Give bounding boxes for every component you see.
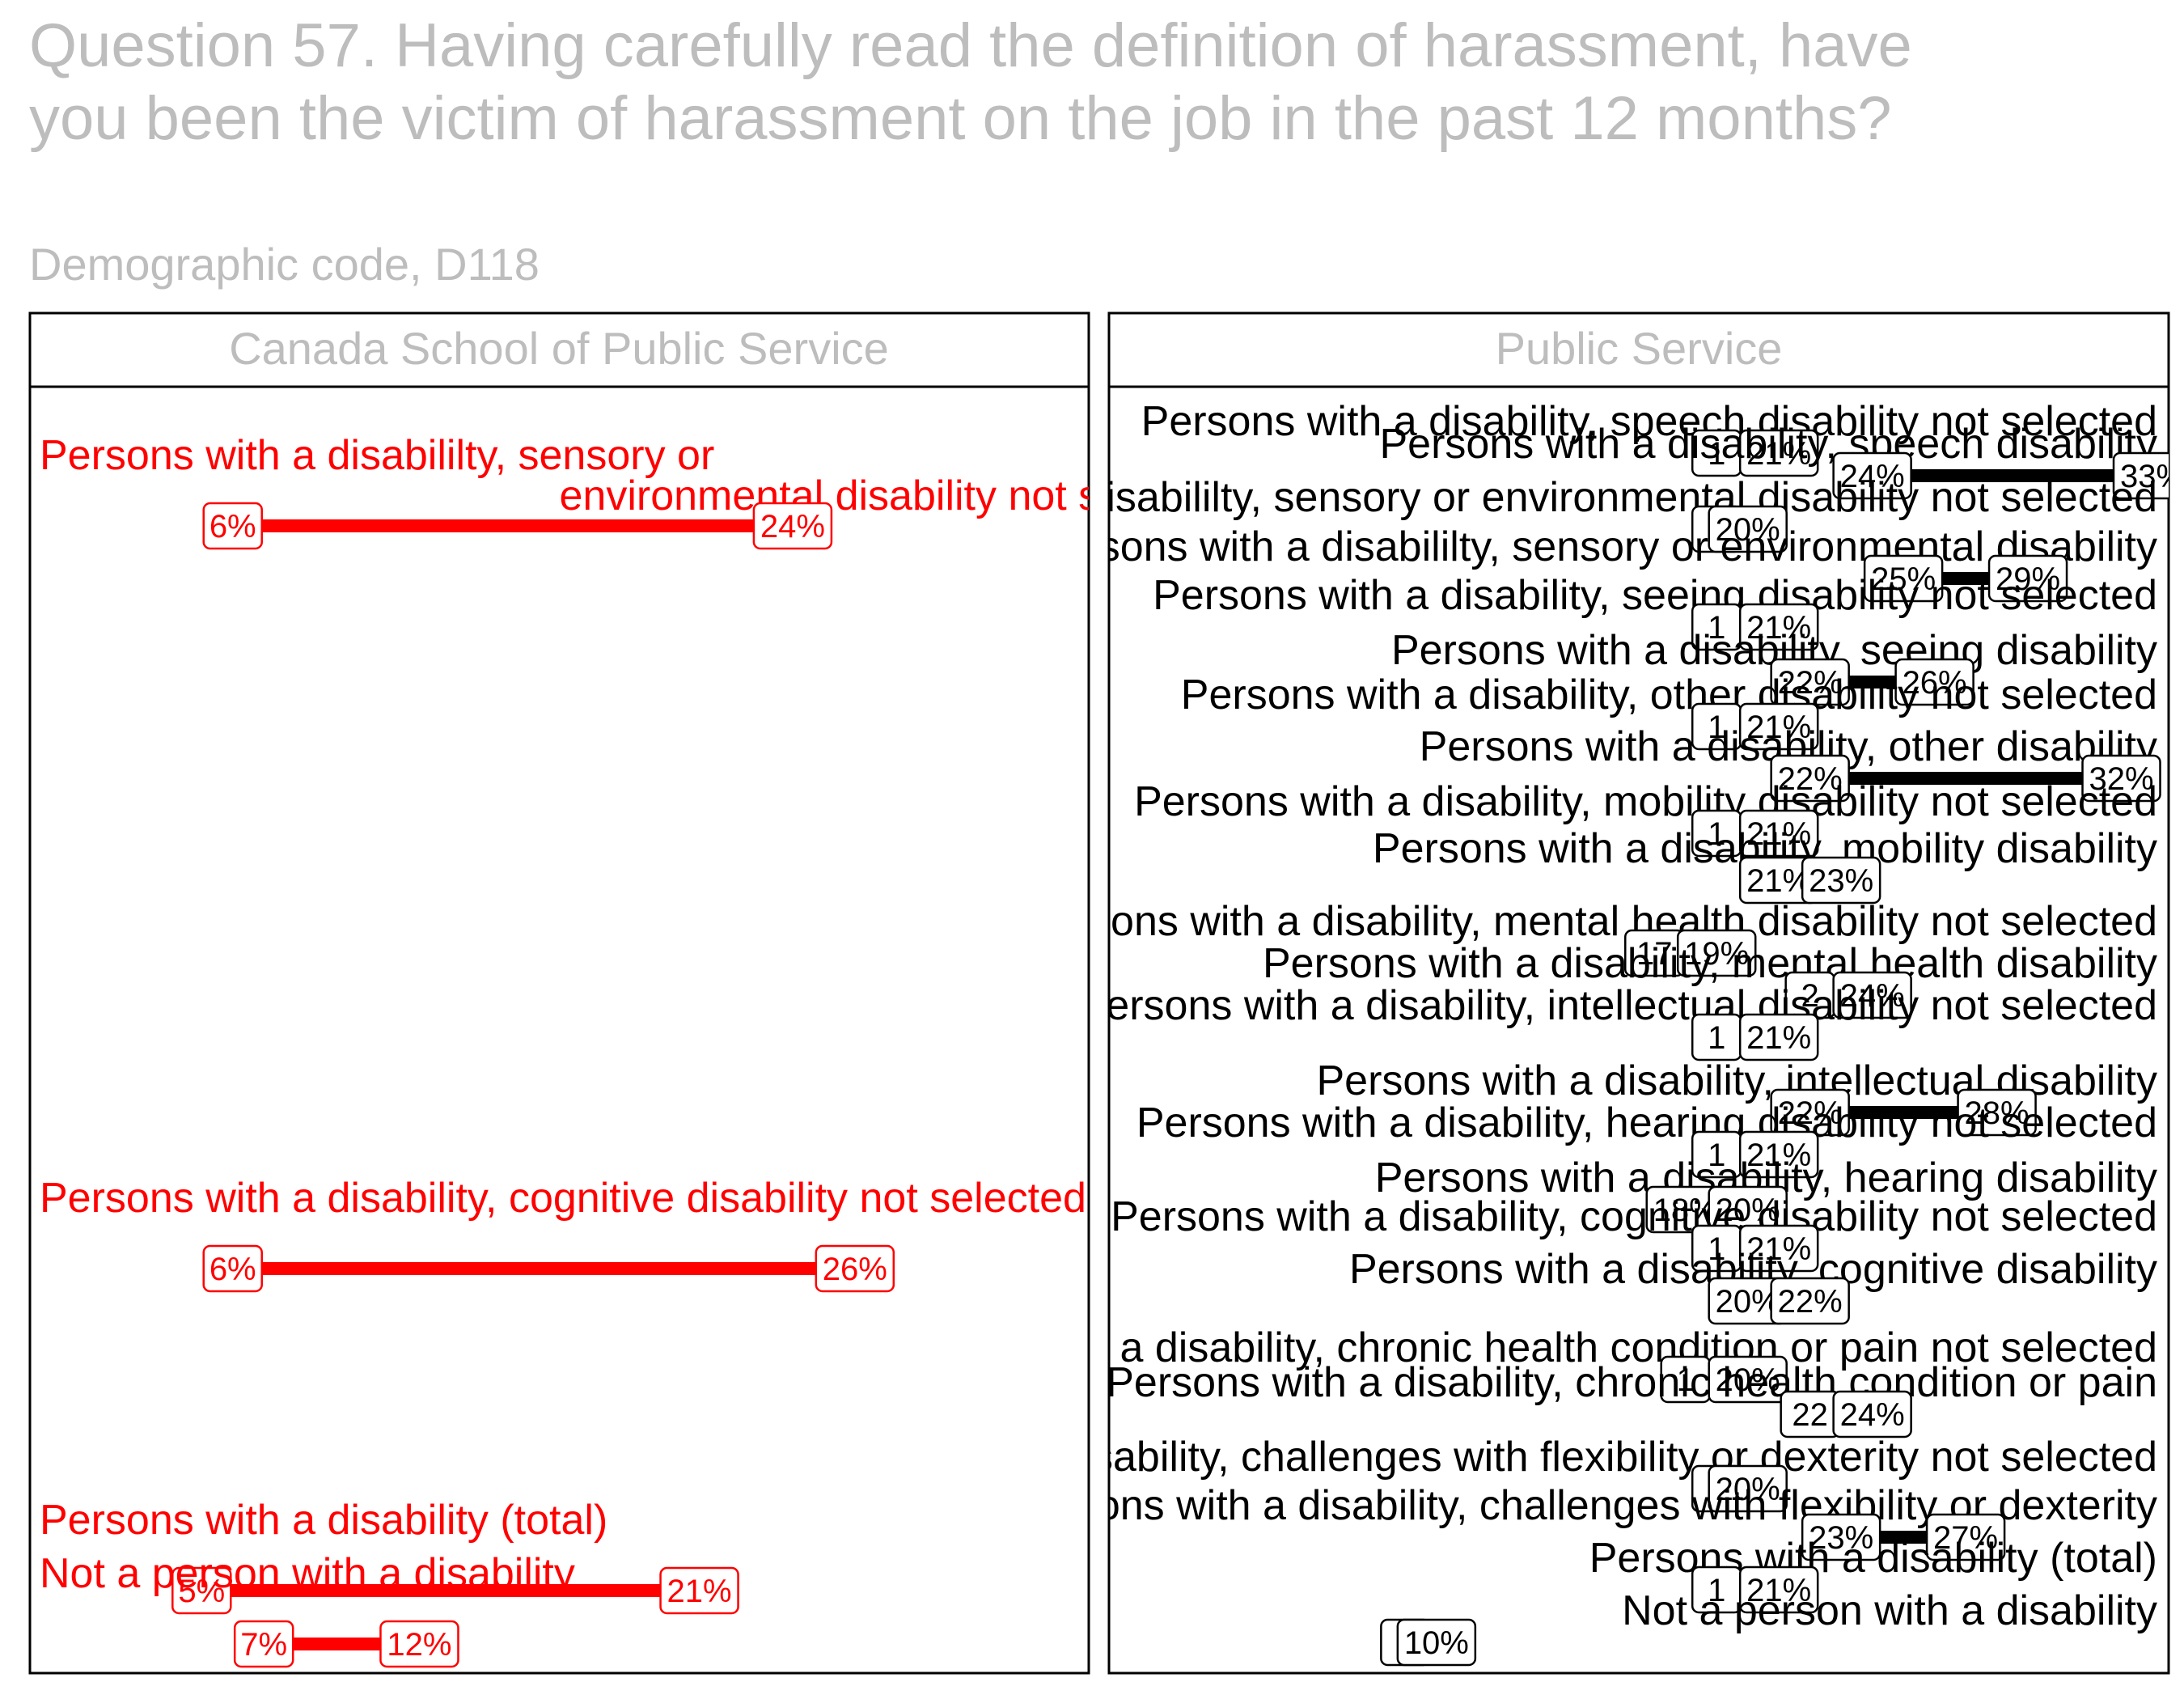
csps-value-label-lo: 6% xyxy=(210,509,256,544)
ps-category-label: Persons with a disability, other disabil… xyxy=(1181,672,2157,718)
panel-ps-title: Public Service xyxy=(1496,323,1783,374)
csps-value-label-lo: 6% xyxy=(210,1252,256,1287)
ps-value-label-hi: 22% xyxy=(1778,1284,1843,1320)
ps-category-label: Persons with a disability, hearing disab… xyxy=(1136,1099,2157,1146)
csps-value-label-hi: 21% xyxy=(667,1574,732,1609)
csps-category-label: Not a person with a disability xyxy=(40,1550,575,1597)
dumbbell-chart: Canada School of Public Service Persons … xyxy=(28,311,2170,1675)
ps-category-label: Not a person with a disability xyxy=(1622,1587,2157,1634)
ps-category-label: Persons with a disability, mental health… xyxy=(1263,940,2157,987)
ps-category-label: Persons with a disability, mental health… xyxy=(1024,898,2157,945)
ps-value-label-hi: 21% xyxy=(1746,1020,1811,1056)
ps-category-label: Persons with a disability, cognitive dis… xyxy=(1111,1193,2157,1240)
ps-category-label: Persons with a disability, speech disabi… xyxy=(1380,421,2158,468)
ps-category-label: Persons with a disability, intellectual … xyxy=(1078,982,2157,1029)
csps-value-label-lo: 7% xyxy=(240,1627,287,1663)
csps-category-label: Persons with a disability (total) xyxy=(40,1497,607,1544)
ps-value-label-lo: 22 xyxy=(1792,1397,1828,1433)
ps-value-label-hi: 24% xyxy=(1840,1397,1905,1433)
ps-category-label: Persons with a disability (total) xyxy=(1589,1535,2157,1582)
csps-value-label-hi: 24% xyxy=(760,509,825,544)
panel-csps-frame xyxy=(28,385,1090,1675)
ps-category-label: Persons with a disability, mobility disa… xyxy=(1134,778,2157,825)
ps-value-label-hi: 23% xyxy=(1809,863,1873,899)
ps-value-label-hi: 10% xyxy=(1404,1625,1469,1661)
csps-value-label-hi: 26% xyxy=(823,1252,887,1287)
csps-value-label-hi: 12% xyxy=(387,1627,451,1663)
panel-csps: Canada School of Public Service Persons … xyxy=(28,311,1090,1675)
ps-value-label-lo: 1 xyxy=(1708,1020,1725,1056)
ps-category-label: Persons with a disability, chronic healt… xyxy=(1106,1359,2157,1406)
csps-category-label: Persons with a disability, cognitive dis… xyxy=(40,1175,1086,1222)
panel-csps-title: Canada School of Public Service xyxy=(229,323,889,374)
ps-category-label: Persons with a disability, seeing disabi… xyxy=(1153,572,2157,619)
